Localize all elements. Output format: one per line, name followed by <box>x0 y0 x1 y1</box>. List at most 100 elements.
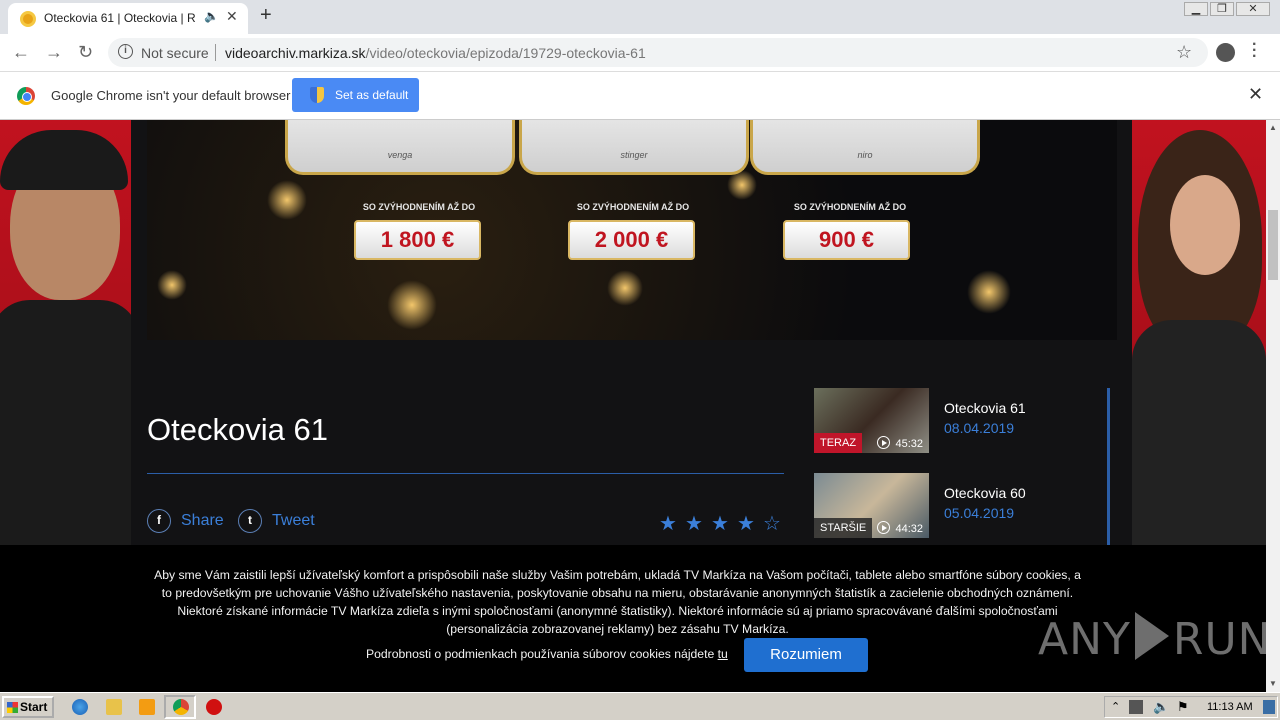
start-button[interactable]: Start <box>2 696 54 718</box>
duration-text: 45:32 <box>895 438 923 450</box>
page-scrollbar[interactable]: ▲ ▼ <box>1266 120 1280 692</box>
bokeh-sparkle <box>267 180 307 220</box>
scroll-down-icon[interactable]: ▼ <box>1269 679 1277 688</box>
accept-cookies-button[interactable]: Rozumiem <box>744 638 868 672</box>
infobar-message: Google Chrome isn't your default browser <box>51 88 291 103</box>
stop-icon[interactable] <box>206 699 222 715</box>
playlist-item-title[interactable]: Oteckovia 61 <box>944 400 1026 416</box>
tab-close-icon[interactable]: ✕ <box>226 8 238 25</box>
set-as-default-button[interactable]: Set as default <box>292 78 419 112</box>
title-divider <box>147 473 784 474</box>
playlist-thumb[interactable]: STARŠIE 44:32 <box>814 473 929 538</box>
play-icon <box>1134 612 1169 660</box>
url-text: videoarchiv.markiza.sk/video/oteckovia/e… <box>225 45 646 61</box>
car-name: venga <box>387 150 413 160</box>
tab-title: Oteckovia 61 | Oteckovia | Relá <box>44 11 196 25</box>
restore-button[interactable]: ❐ <box>1210 2 1234 16</box>
system-tray: ⌃ 🔈 ⚑ 11:13 AM <box>1104 696 1278 718</box>
cookie-text: Aby sme Vám zaistili lepší užívateľský k… <box>154 568 1081 636</box>
watermark-right: RUN <box>1172 614 1272 665</box>
ad-caption: SO ZVÝHODNENÍM AŽ DO <box>793 202 907 212</box>
rating-star-2-icon[interactable]: ★ <box>685 511 703 536</box>
browser-toolbar: ← → ↻ i Not secure videoarchiv.markiza.s… <box>0 34 1280 72</box>
tray-expand-icon[interactable]: ⌃ <box>1111 700 1120 713</box>
minimize-button[interactable]: ▁ <box>1184 2 1208 16</box>
price-stinger: 2 000 € <box>568 220 695 260</box>
reload-button[interactable]: ↻ <box>78 42 93 63</box>
tweet-button[interactable]: Tweet <box>272 512 315 530</box>
window-close-button[interactable]: ✕ <box>1236 2 1270 16</box>
url-domain: videoarchiv.markiza.sk <box>225 45 366 61</box>
speaker-icon[interactable]: 🔈 <box>204 9 219 23</box>
facebook-icon[interactable]: f <box>147 509 171 533</box>
play-icon <box>877 436 891 449</box>
security-label: Not secure <box>141 45 209 61</box>
playlist-item-title[interactable]: Oteckovia 60 <box>944 485 1026 501</box>
duration: 44:32 <box>877 521 923 535</box>
car-card-niro: niro <box>750 120 980 175</box>
price-niro: 900 € <box>783 220 910 260</box>
chrome-taskbar-button[interactable] <box>164 695 196 719</box>
bookmark-star-icon[interactable]: ☆ <box>1176 42 1192 63</box>
car-name: niro <box>857 150 873 160</box>
forward-button[interactable]: → <box>45 42 63 63</box>
bokeh-sparkle <box>607 270 643 306</box>
chrome-menu-icon[interactable]: · · · <box>1252 37 1257 65</box>
kia-ad-banner[interactable]: venga stinger niro SO ZVÝHODNENÍM AŽ DO … <box>147 120 1117 340</box>
playlist-item-date: 08.04.2019 <box>944 420 1015 436</box>
ad-caption: SO ZVÝHODNENÍM AŽ DO <box>362 202 476 212</box>
url-path: /video/oteckovia/epizoda/19729-oteckovia… <box>365 45 646 61</box>
person-right-face <box>1170 175 1240 275</box>
twitter-icon[interactable]: t <box>238 509 262 533</box>
volume-icon[interactable]: 🔈 <box>1153 699 1169 715</box>
cookie-details-link[interactable]: tu <box>718 647 728 661</box>
car-card-stinger: stinger <box>519 120 749 175</box>
share-button[interactable]: Share <box>181 512 224 530</box>
ad-caption: SO ZVÝHODNENÍM AŽ DO <box>576 202 690 212</box>
set-as-default-label: Set as default <box>335 88 409 102</box>
playlist-item-date: 05.04.2019 <box>944 505 1015 521</box>
anyrun-watermark: ANY RUN <box>1038 612 1272 665</box>
price-venga: 1 800 € <box>354 220 481 260</box>
back-button[interactable]: ← <box>12 42 30 63</box>
bokeh-sparkle <box>967 270 1011 314</box>
playlist-thumb[interactable]: TERAZ 45:32 <box>814 388 929 453</box>
default-browser-infobar: Google Chrome isn't your default browser… <box>0 72 1280 120</box>
duration-text: 44:32 <box>895 523 923 535</box>
media-player-icon[interactable] <box>139 699 155 715</box>
clock[interactable]: 11:13 AM <box>1207 701 1253 713</box>
info-icon[interactable]: i <box>118 44 133 59</box>
cookie-details-text: Podrobnosti o podmienkach používania súb… <box>366 647 715 661</box>
omnibox-divider <box>215 44 216 61</box>
scroll-up-icon[interactable]: ▲ <box>1269 123 1277 132</box>
tab-active[interactable]: Oteckovia 61 | Oteckovia | Relá 🔈 ✕ <box>8 3 248 34</box>
chrome-icon <box>173 699 189 715</box>
rating-star-4-icon[interactable]: ★ <box>737 511 755 536</box>
scroll-thumb[interactable] <box>1268 210 1278 280</box>
rating-star-1-icon[interactable]: ★ <box>659 511 677 536</box>
address-bar[interactable]: i Not secure videoarchiv.markiza.sk/vide… <box>108 38 1208 67</box>
show-desktop-icon[interactable] <box>1263 700 1275 714</box>
explorer-icon[interactable] <box>106 699 122 715</box>
flag-icon[interactable]: ⚑ <box>1177 699 1189 715</box>
new-tab-button[interactable]: + <box>260 4 272 27</box>
episode-title: Oteckovia 61 <box>147 412 328 447</box>
rating-star-3-icon[interactable]: ★ <box>711 511 729 536</box>
ie-icon[interactable] <box>72 699 88 715</box>
infobar-close-icon[interactable]: ✕ <box>1248 84 1263 105</box>
bokeh-sparkle <box>387 280 437 330</box>
windows-taskbar: Start ⌃ 🔈 ⚑ 11:13 AM <box>0 692 1280 720</box>
bokeh-sparkle <box>157 270 187 300</box>
markiza-favicon-icon <box>20 11 36 27</box>
rating-star-5-icon[interactable]: ☆ <box>763 511 781 536</box>
watermark-left: ANY <box>1038 614 1131 665</box>
chrome-logo-icon <box>17 87 35 105</box>
tab-strip: Oteckovia 61 | Oteckovia | Relá 🔈 ✕ + ▁ … <box>0 0 1280 34</box>
person-left-cap <box>0 130 128 190</box>
network-icon[interactable] <box>1129 700 1143 714</box>
play-icon <box>877 521 891 534</box>
profile-avatar-icon[interactable] <box>1216 43 1235 62</box>
now-badge: TERAZ <box>814 433 863 453</box>
car-card-venga: venga <box>285 120 515 175</box>
cookie-details: Podrobnosti o podmienkach používania súb… <box>366 647 728 661</box>
